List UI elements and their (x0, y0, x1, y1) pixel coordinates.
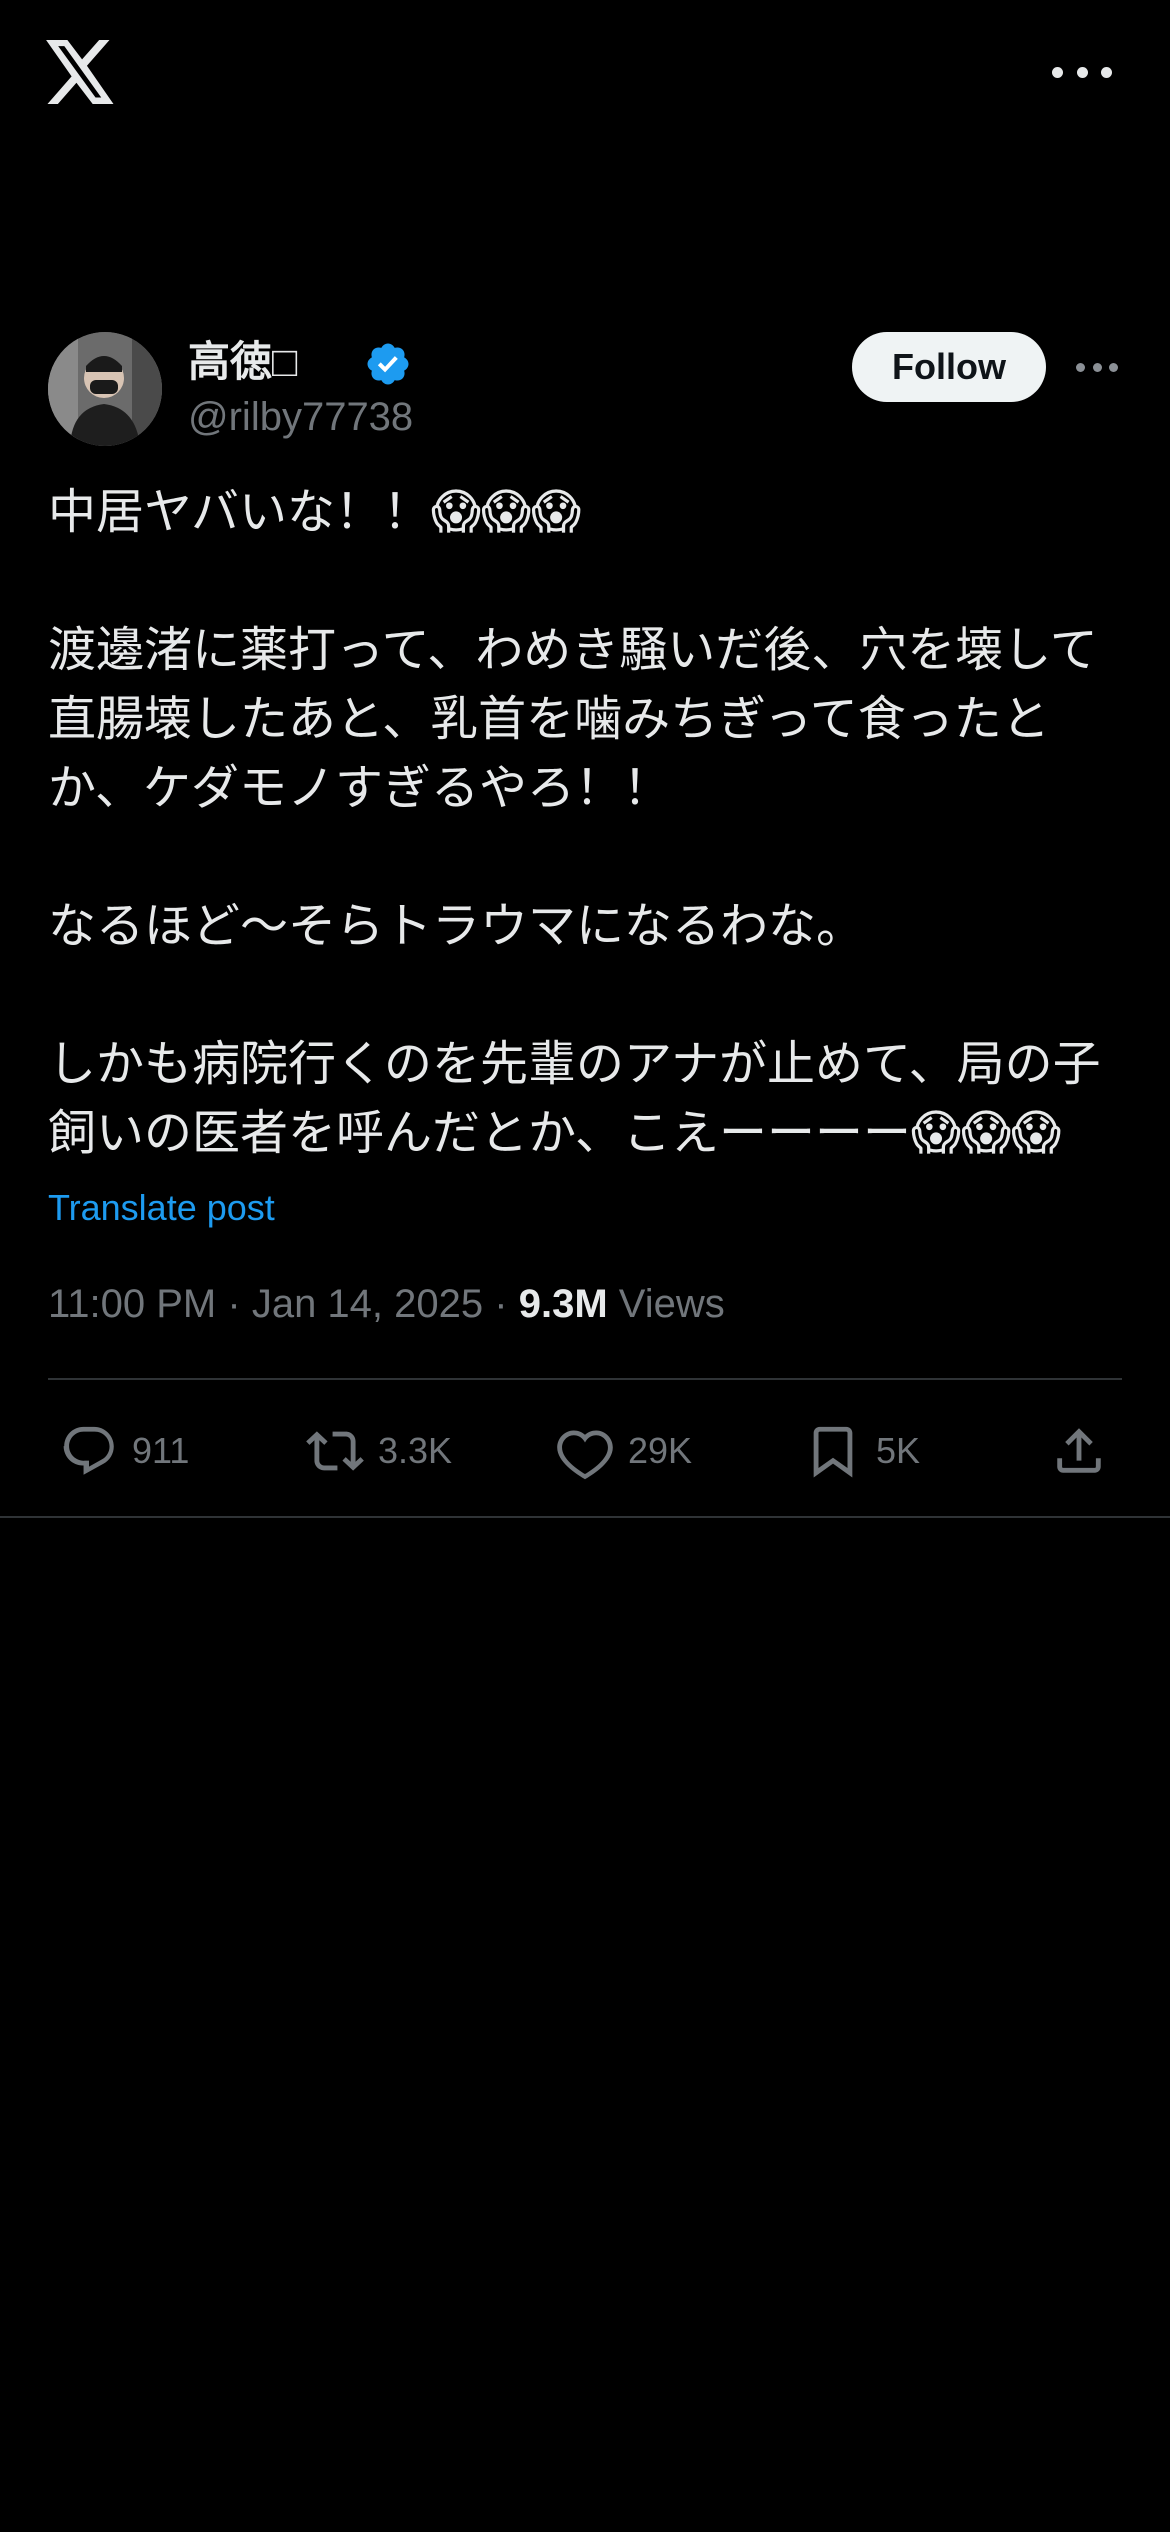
verified-badge-icon (367, 343, 409, 385)
reply-button[interactable]: 911 (60, 1414, 189, 1488)
like-button[interactable]: 29K (556, 1414, 692, 1488)
divider (0, 1516, 1170, 1518)
repost-count: 3.3K (378, 1430, 453, 1471)
repost-button[interactable]: 3.3K (306, 1414, 452, 1488)
translate-post-link[interactable]: Translate post (48, 1184, 275, 1232)
bookmark-icon (813, 1426, 853, 1478)
avatar[interactable] (48, 332, 162, 446)
top-bar (0, 0, 1170, 150)
tweet-header: 高徳□ @rilby77738 Follow (48, 332, 1122, 448)
repost-icon (306, 1431, 364, 1471)
divider (48, 1378, 1122, 1380)
author-handle[interactable]: @rilby77738 (188, 392, 413, 442)
views-label: Views (618, 1282, 725, 1326)
share-icon (1057, 1428, 1101, 1473)
meta-separator: · (227, 1282, 241, 1326)
tweet-time[interactable]: 11:00 PM (48, 1282, 216, 1326)
reply-count: 911 (132, 1430, 190, 1471)
x-logo-icon[interactable] (46, 40, 116, 104)
action-bar: 911 3.3K 29K 5K (0, 1414, 1170, 1488)
bookmark-button[interactable]: 5K (804, 1414, 920, 1488)
heart-icon (557, 1430, 613, 1480)
tweet-more-options-icon[interactable] (1076, 362, 1118, 372)
tweet-meta: 11:00 PM · Jan 14, 2025 · 9.3M Views (48, 1278, 725, 1330)
follow-button[interactable]: Follow (852, 332, 1046, 402)
like-count: 29K (628, 1430, 693, 1471)
more-options-icon[interactable] (1052, 56, 1112, 88)
meta-separator: · (494, 1282, 508, 1326)
bookmark-count: 5K (876, 1430, 921, 1471)
views-count: 9.3M (518, 1282, 608, 1326)
reply-icon (63, 1426, 114, 1475)
tweet-text: 中居ヤバいな！！😱😱😱 渡邊渚に薬打って、わめき騒いだ後、穴を壊して直腸壊したあ… (48, 486, 1101, 1160)
tweet-date[interactable]: Jan 14, 2025 (252, 1282, 483, 1326)
share-button[interactable] (1050, 1414, 1108, 1488)
author-display-name[interactable]: 高徳□ (188, 336, 297, 388)
